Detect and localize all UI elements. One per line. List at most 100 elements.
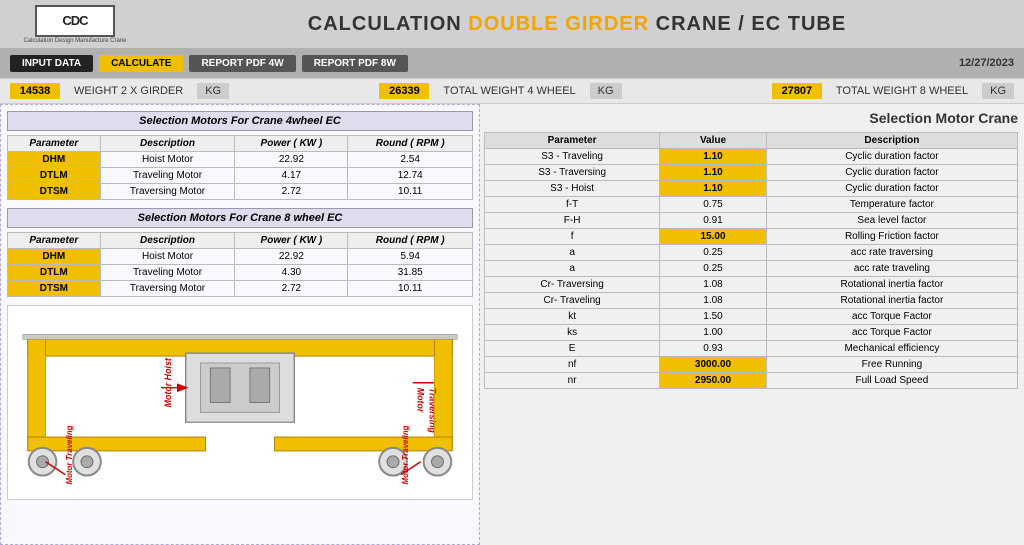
desc-cell: Hoist Motor xyxy=(100,152,235,168)
logo-main-text: CDC xyxy=(62,13,87,28)
round-cell: 2.54 xyxy=(348,152,473,168)
power-cell: 2.72 xyxy=(235,184,348,200)
col-round-4w: Round ( RPM ) xyxy=(348,136,473,152)
param-desc-cell: Sea level factor xyxy=(766,213,1017,229)
param-desc-cell: Cyclic duration factor xyxy=(766,165,1017,181)
param-col-header: Parameter xyxy=(485,133,660,149)
input-data-button[interactable]: INPUT DATA xyxy=(10,55,93,72)
col-power-8w: Power ( KW ) xyxy=(235,233,348,249)
desc-cell: Traveling Motor xyxy=(100,265,235,281)
table-row: DTSM Traversing Motor 2.72 10.11 xyxy=(8,281,473,297)
power-cell: 22.92 xyxy=(235,249,348,265)
desc-cell: Traveling Motor xyxy=(100,168,235,184)
title-suffix: CRANE / EC TUBE xyxy=(649,13,846,35)
param-name-cell: f-T xyxy=(485,197,660,213)
desc-cell: Hoist Motor xyxy=(100,249,235,265)
table-row: F-H 0.91 Sea level factor xyxy=(485,213,1018,229)
main-content: Selection Motors For Crane 4wheel EC Par… xyxy=(0,104,1024,545)
param-cell: DTLM xyxy=(8,265,101,281)
param-cell: DTSM xyxy=(8,281,101,297)
power-cell: 22.92 xyxy=(235,152,348,168)
param-desc-cell: acc Torque Factor xyxy=(766,325,1017,341)
power-cell: 4.17 xyxy=(235,168,348,184)
col-param-8w: Parameter xyxy=(8,233,101,249)
param-desc-cell: Mechanical efficiency xyxy=(766,341,1017,357)
table-row: DTLM Traveling Motor 4.30 31.85 xyxy=(8,265,473,281)
crane-diagram: Motor Hoist Motor Traversing Motor Trave… xyxy=(7,305,473,500)
logo-sub-text: Calculation Design Manufacture Crane xyxy=(23,38,126,44)
param-desc-cell: Cyclic duration factor xyxy=(766,149,1017,165)
param-name-cell: Cr- Traversing xyxy=(485,277,660,293)
section2-title: Selection Motors For Crane 8 wheel EC xyxy=(7,208,473,228)
logo-box: CDC xyxy=(35,5,115,37)
table-row: S3 - Hoist 1.10 Cyclic duration factor xyxy=(485,181,1018,197)
param-value-cell: 1.08 xyxy=(660,277,767,293)
param-value-cell: 0.75 xyxy=(660,197,767,213)
section1-title: Selection Motors For Crane 4wheel EC xyxy=(7,111,473,131)
table-row: S3 - Traversing 1.10 Cyclic duration fac… xyxy=(485,165,1018,181)
table-row: kt 1.50 acc Torque Factor xyxy=(485,309,1018,325)
param-cell: DTSM xyxy=(8,184,101,200)
param-name-cell: S3 - Hoist xyxy=(485,181,660,197)
weight3-unit: KG xyxy=(982,83,1014,99)
title-highlight: DOUBLE GIRDER xyxy=(468,13,649,35)
svg-text:Motor Hoist: Motor Hoist xyxy=(163,357,173,407)
report-8w-button[interactable]: REPORT PDF 8W xyxy=(302,55,408,72)
weight2-unit: KG xyxy=(590,83,622,99)
page-title: CALCULATION DOUBLE GIRDER CRANE / EC TUB… xyxy=(140,13,1014,36)
param-value-cell: 1.50 xyxy=(660,309,767,325)
weight1-value: 14538 xyxy=(10,83,60,99)
table-row: nf 3000.00 Free Running xyxy=(485,357,1018,373)
param-name-cell: S3 - Traversing xyxy=(485,165,660,181)
param-name-cell: E xyxy=(485,341,660,357)
desc-col-header: Description xyxy=(766,133,1017,149)
parameter-table: Parameter Value Description S3 - Traveli… xyxy=(484,132,1018,389)
date-label: 12/27/2023 xyxy=(959,57,1014,69)
table-row: Cr- Traversing 1.08 Rotational inertia f… xyxy=(485,277,1018,293)
col-desc-8w: Description xyxy=(100,233,235,249)
param-value-cell: 3000.00 xyxy=(660,357,767,373)
param-value-cell: 1.10 xyxy=(660,181,767,197)
power-cell: 4.30 xyxy=(235,265,348,281)
param-desc-cell: acc rate traveling xyxy=(766,261,1017,277)
toolbar: INPUT DATA CALCULATE REPORT PDF 4W REPOR… xyxy=(0,48,1024,78)
param-desc-cell: Free Running xyxy=(766,357,1017,373)
desc-cell: Traversing Motor xyxy=(100,281,235,297)
desc-cell: Traversing Motor xyxy=(100,184,235,200)
calculate-button[interactable]: CALCULATE xyxy=(99,55,183,72)
motor-table-8wheel: Parameter Description Power ( KW ) Round… xyxy=(7,232,473,297)
weight3-label: TOTAL WEIGHT 8 WHEEL xyxy=(830,85,974,97)
report-4w-button[interactable]: REPORT PDF 4W xyxy=(189,55,295,72)
table-row: DTSM Traversing Motor 2.72 10.11 xyxy=(8,184,473,200)
param-desc-cell: Rotational inertia factor xyxy=(766,293,1017,309)
param-cell: DTLM xyxy=(8,168,101,184)
weight2-value: 26339 xyxy=(379,83,429,99)
power-cell: 2.72 xyxy=(235,281,348,297)
round-cell: 10.11 xyxy=(348,184,473,200)
round-cell: 10.11 xyxy=(348,281,473,297)
round-cell: 31.85 xyxy=(348,265,473,281)
param-name-cell: a xyxy=(485,245,660,261)
svg-text:Traversing: Traversing xyxy=(428,388,438,434)
table-row: a 0.25 acc rate traversing xyxy=(485,245,1018,261)
param-desc-cell: Cyclic duration factor xyxy=(766,181,1017,197)
param-name-cell: F-H xyxy=(485,213,660,229)
param-value-cell: 1.00 xyxy=(660,325,767,341)
param-value-cell: 1.10 xyxy=(660,149,767,165)
table-row: DTLM Traveling Motor 4.17 12.74 xyxy=(8,168,473,184)
param-desc-cell: Full Load Speed xyxy=(766,373,1017,389)
motor-table-4wheel: Parameter Description Power ( KW ) Round… xyxy=(7,135,473,200)
svg-text:Motor Traveling: Motor Traveling xyxy=(65,425,74,484)
right-panel-title: Selection Motor Crane xyxy=(484,110,1018,126)
right-panel: Selection Motor Crane Parameter Value De… xyxy=(480,104,1024,545)
weight1-label: WEIGHT 2 X GIRDER xyxy=(68,85,189,97)
col-desc-4w: Description xyxy=(100,136,235,152)
weight2-label: TOTAL WEIGHT 4 WHEEL xyxy=(437,85,581,97)
table-row: a 0.25 acc rate traveling xyxy=(485,261,1018,277)
col-round-8w: Round ( RPM ) xyxy=(348,233,473,249)
round-cell: 12.74 xyxy=(348,168,473,184)
table-row: ks 1.00 acc Torque Factor xyxy=(485,325,1018,341)
param-desc-cell: Rolling Friction factor xyxy=(766,229,1017,245)
param-value-cell: 15.00 xyxy=(660,229,767,245)
svg-text:Motor Traveling: Motor Traveling xyxy=(401,425,410,484)
